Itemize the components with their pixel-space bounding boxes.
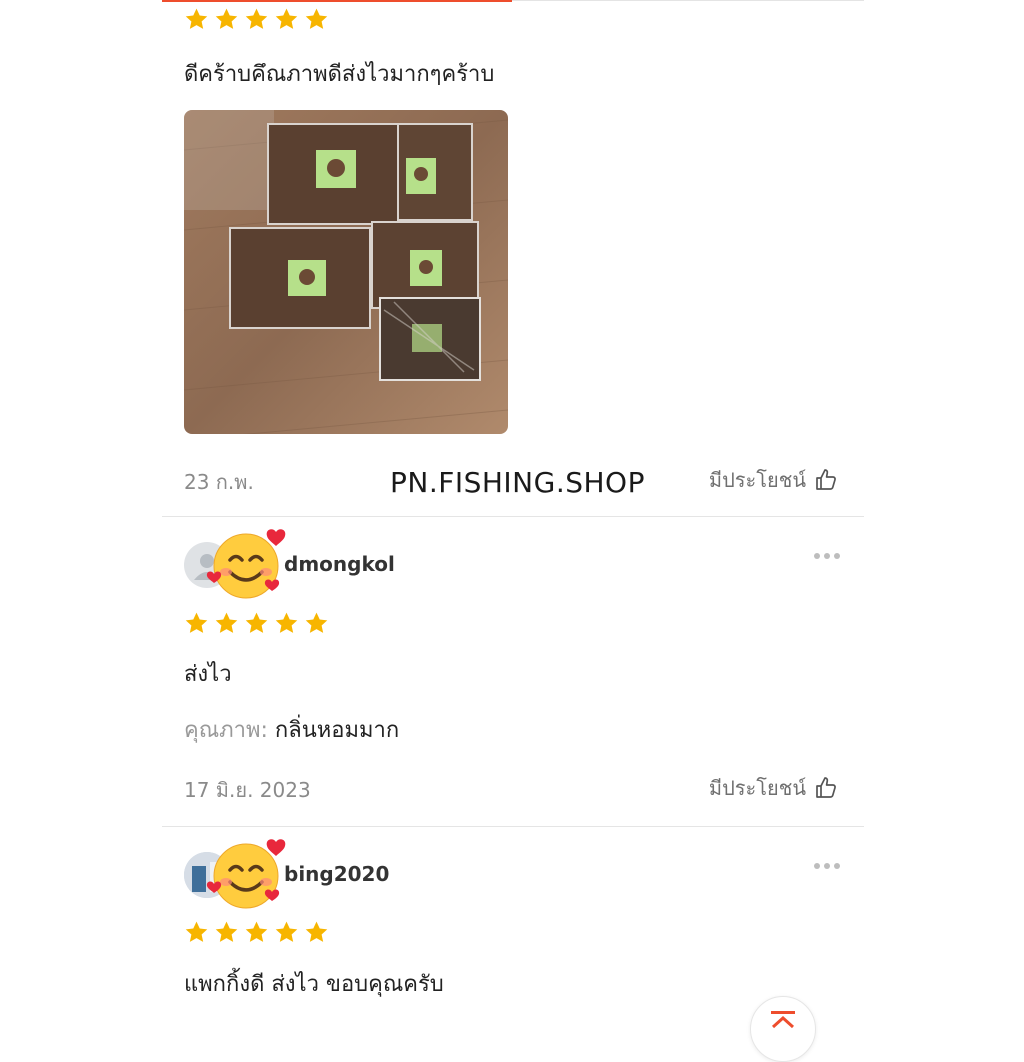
scroll-to-top-icon <box>771 1011 795 1029</box>
review-divider <box>162 826 864 827</box>
review-divider <box>162 516 864 517</box>
star-icon <box>304 7 329 32</box>
star-icon <box>184 7 209 32</box>
helpful-button[interactable]: มีประโยชน์ <box>709 464 838 496</box>
rating-stars <box>184 920 329 945</box>
smiling-face-with-hearts-icon <box>206 836 292 912</box>
more-icon[interactable] <box>814 553 840 559</box>
star-icon <box>274 920 299 945</box>
helpful-button[interactable]: มีประโยชน์ <box>709 772 838 804</box>
smiling-face-with-hearts-icon <box>206 526 292 602</box>
helpful-label: มีประโยชน์ <box>708 776 806 800</box>
star-icon <box>244 920 269 945</box>
reviewer-header: dmongkol <box>184 540 584 590</box>
quality-value: กลิ่นหอมมาก <box>274 718 400 743</box>
star-icon <box>214 920 239 945</box>
star-icon <box>244 7 269 32</box>
star-icon <box>274 7 299 32</box>
review-date: 23 ก.พ. <box>184 470 254 494</box>
star-icon <box>304 611 329 636</box>
star-icon <box>184 611 209 636</box>
review-text: ดีคร้าบคึณภาพดีส่งไวมากๆคร้าบ <box>184 62 495 87</box>
star-icon <box>214 611 239 636</box>
rating-stars <box>184 7 329 32</box>
username: dmongkol <box>284 552 395 576</box>
tab-indicator <box>162 0 512 2</box>
helpful-label: มีประโยชน์ <box>708 468 806 492</box>
thumbs-up-icon <box>814 776 838 800</box>
star-icon <box>184 920 209 945</box>
more-icon[interactable] <box>814 863 840 869</box>
star-icon <box>244 611 269 636</box>
rating-stars <box>184 611 329 636</box>
shop-watermark: PN.FISHING.SHOP <box>390 466 645 499</box>
review-text: แพกกิ้งดี ส่งไว ขอบคุณครับ <box>184 972 444 997</box>
username: bing2020 <box>284 862 390 886</box>
top-divider <box>512 0 864 1</box>
scroll-to-top-button[interactable] <box>750 996 816 1062</box>
review-text: ส่งไว <box>184 662 232 687</box>
star-icon <box>304 920 329 945</box>
review-date: 17 มิ.ย. 2023 <box>184 778 311 802</box>
star-icon <box>214 7 239 32</box>
review-list: ดีคร้าบคึณภาพดีส่งไวมากๆคร้าบ 23 ก.พ. มี… <box>162 0 864 1024</box>
reviewer-header: bing2020 <box>184 850 584 900</box>
quality-line: คุณภาพ: กลิ่นหอมมาก <box>184 712 399 747</box>
thumbs-up-icon <box>814 468 838 492</box>
star-icon <box>274 611 299 636</box>
review-photo[interactable] <box>184 110 508 434</box>
quality-label: คุณภาพ: <box>184 718 268 743</box>
